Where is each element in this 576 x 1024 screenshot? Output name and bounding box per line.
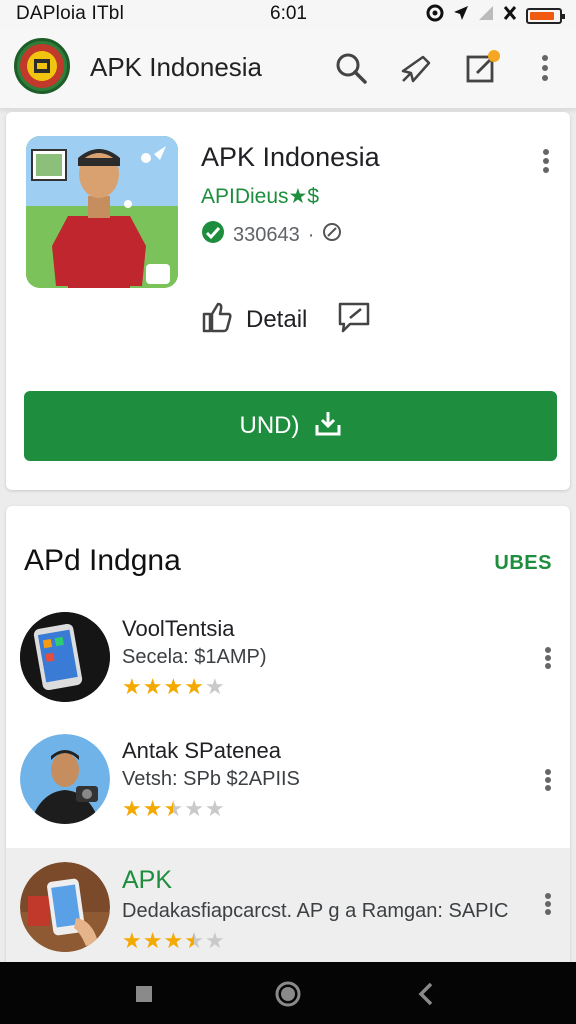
featured-app-card: APK Indonesia APIDieus★$ 330643 · Detail… bbox=[6, 112, 570, 490]
item-subtitle: Dedakasfiapcarcst. AP g a Ramgan: SAPIC bbox=[122, 900, 509, 922]
item-title: APK bbox=[122, 866, 173, 894]
star-half-icon: ★ bbox=[184, 928, 204, 953]
star-full-icon: ★ bbox=[163, 674, 184, 699]
app-bar-title: APK Indonesia bbox=[90, 52, 263, 82]
star-full-icon: ★ bbox=[142, 928, 163, 953]
app-icon-illustration[interactable] bbox=[26, 136, 178, 288]
star-full-icon: ★ bbox=[142, 796, 163, 821]
item-thumbnail bbox=[20, 734, 110, 824]
app-bar: APK Indonesia bbox=[0, 28, 576, 109]
item-more-vert-icon[interactable] bbox=[544, 892, 552, 921]
recents-square-icon[interactable] bbox=[126, 976, 162, 1012]
signal-icon bbox=[478, 5, 494, 27]
star-half-icon: ★ bbox=[163, 796, 184, 821]
star-full-icon: ★ bbox=[142, 674, 163, 699]
star-full-icon: ★ bbox=[184, 674, 204, 699]
download-count-value: 330643 bbox=[233, 223, 300, 246]
item-more-vert-icon[interactable] bbox=[544, 646, 552, 675]
info-icon bbox=[322, 222, 342, 248]
star-empty-icon: ★ bbox=[204, 796, 225, 821]
list-item[interactable]: APK Dedakasfiapcarcst. AP g a Ramgan: SA… bbox=[6, 848, 570, 966]
app-logo[interactable] bbox=[14, 38, 70, 94]
hero-more-vert-icon[interactable] bbox=[542, 148, 550, 179]
install-button[interactable]: UND) bbox=[24, 391, 557, 461]
status-time: 6:01 bbox=[270, 3, 307, 24]
home-circle-icon[interactable] bbox=[270, 976, 306, 1012]
detail-label[interactable]: Detail bbox=[246, 306, 307, 334]
star-empty-icon: ★ bbox=[184, 796, 204, 821]
section-title: APd Indgna bbox=[24, 544, 181, 577]
section-more-link[interactable]: UBES bbox=[494, 552, 552, 575]
item-title: VoolTentsia bbox=[122, 616, 235, 641]
status-bar: DAPloia ITbl 6:01 bbox=[0, 0, 576, 28]
item-title: Antak SPatenea bbox=[122, 738, 282, 763]
star-rating: ★ ★ ★ ★ ★ bbox=[122, 798, 225, 820]
app-name: APK Indonesia bbox=[201, 142, 380, 172]
star-full-icon: ★ bbox=[122, 674, 142, 699]
battery-level-fill bbox=[530, 12, 554, 20]
download-icon bbox=[314, 409, 342, 444]
star-rating: ★ ★ ★ ★ ★ bbox=[122, 930, 225, 952]
download-count: 330643 · bbox=[201, 220, 342, 250]
dot-separator: · bbox=[307, 223, 315, 246]
item-more-vert-icon[interactable] bbox=[544, 768, 552, 797]
item-thumbnail bbox=[20, 862, 110, 952]
status-carrier-text: DAPloia ITbl bbox=[16, 3, 124, 24]
list-item[interactable]: Antak SPatenea Vetsh: SPb $2APIIS ★ ★ ★ ★ ★ bbox=[6, 728, 570, 846]
back-chevron-icon[interactable] bbox=[408, 976, 444, 1012]
list-item[interactable]: VoolTentsia Secela: $1AMP) ★ ★ ★ ★ ★ bbox=[6, 606, 570, 724]
more-vert-icon[interactable] bbox=[525, 48, 565, 88]
star-empty-icon: ★ bbox=[204, 928, 225, 953]
search-icon[interactable] bbox=[331, 48, 371, 88]
developer-name[interactable]: APIDieus★$ bbox=[201, 184, 319, 209]
thumbs-up-icon[interactable] bbox=[200, 300, 234, 339]
item-thumbnail bbox=[20, 612, 110, 702]
location-arrow-icon bbox=[452, 4, 470, 28]
star-full-icon: ★ bbox=[163, 928, 184, 953]
star-rating: ★ ★ ★ ★ ★ bbox=[122, 676, 225, 698]
item-subtitle: Vetsh: SPb $2APIIS bbox=[122, 768, 300, 790]
battery-icon bbox=[526, 8, 565, 24]
star-full-icon: ★ bbox=[122, 928, 142, 953]
star-full-icon: ★ bbox=[122, 796, 142, 821]
no-sim-icon bbox=[502, 5, 518, 27]
item-subtitle: Secela: $1AMP) bbox=[122, 646, 267, 668]
status-icons bbox=[426, 4, 565, 28]
star-empty-icon: ★ bbox=[204, 674, 225, 699]
data-saver-icon bbox=[426, 4, 444, 28]
share-icon[interactable] bbox=[396, 48, 436, 88]
install-button-label: UND) bbox=[239, 412, 300, 439]
edit-icon[interactable] bbox=[462, 48, 502, 88]
download-badge-icon bbox=[201, 220, 225, 250]
detail-row: Detail bbox=[200, 300, 371, 339]
system-nav-bar bbox=[0, 962, 576, 1024]
app-list-section: APd Indgna UBES VoolTentsia Secela: $1AM… bbox=[6, 506, 570, 966]
comment-icon[interactable] bbox=[337, 300, 371, 339]
